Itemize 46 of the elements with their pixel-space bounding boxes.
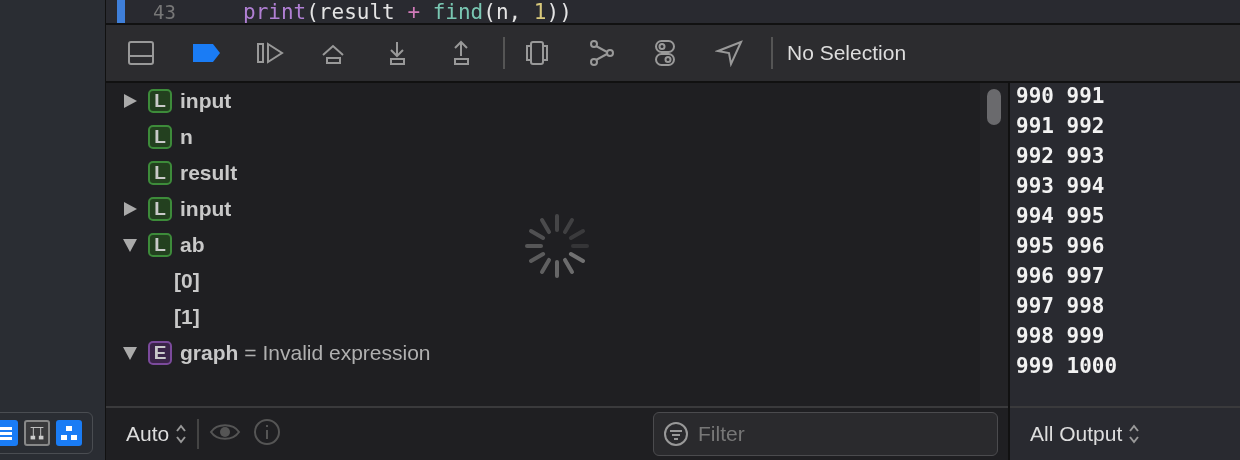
variable-type-badge: L (148, 125, 172, 149)
output-line: 992 993 (1016, 143, 1106, 170)
continue-icon[interactable] (255, 39, 285, 67)
output-line: 998 999 (1016, 323, 1106, 350)
graph-icon[interactable] (587, 39, 617, 67)
disclosure-triangle-right-icon[interactable] (122, 201, 138, 217)
disclosure-triangle-down-icon[interactable] (122, 345, 138, 361)
up-down-chevron-icon (175, 423, 188, 445)
output-line: 991 992 (1016, 113, 1106, 140)
variable-type-badge: L (148, 89, 172, 113)
variable-name: result (180, 161, 238, 185)
breadcrumb-label: No Selection (787, 41, 907, 65)
breakpoint-marker[interactable] (117, 0, 125, 23)
up-down-chevron-icon (1128, 423, 1141, 445)
hierarchy-button[interactable] (24, 420, 50, 446)
variable-name: input (180, 89, 232, 113)
output-line: 995 996 (1016, 233, 1106, 260)
scrollbar-thumb[interactable] (987, 89, 1001, 125)
disclosure-triangle-right-icon[interactable] (122, 93, 138, 109)
auto-popup-button[interactable]: Auto (126, 422, 188, 446)
output-line: 996 997 (1016, 263, 1106, 290)
variable-name: graph (180, 341, 239, 365)
output-selector-button[interactable]: All Output (1030, 422, 1141, 446)
output-line: 990 991 (1016, 83, 1106, 110)
location-arrow-icon[interactable] (715, 39, 745, 67)
variable-value: = Invalid expression (244, 341, 431, 365)
variable-name: n (180, 125, 193, 149)
disclosure-triangle-down-icon[interactable] (122, 237, 138, 253)
output-line: 997 998 (1016, 293, 1106, 320)
output-line: 994 995 (1016, 203, 1106, 230)
variable-name: ab (180, 233, 205, 257)
filter-field[interactable]: Filter (653, 412, 998, 456)
output-line: 999 1000 (1016, 353, 1119, 380)
variable-type-badge: L (148, 233, 172, 257)
variable-type-badge: L (148, 161, 172, 185)
output-line: 993 994 (1016, 173, 1106, 200)
variable-name[interactable]: [1] (174, 305, 200, 329)
variable-name: input (180, 197, 232, 221)
filter-icon (663, 421, 689, 447)
variable-type-badge: E (148, 341, 172, 365)
variable-type-badge: L (148, 197, 172, 221)
line-number: 43 (153, 0, 177, 23)
variable-name[interactable]: [0] (174, 269, 200, 293)
panel-icon[interactable] (127, 39, 157, 67)
tree-button[interactable] (56, 420, 82, 446)
code-line: print(result + find(n, 1)) (243, 0, 572, 23)
